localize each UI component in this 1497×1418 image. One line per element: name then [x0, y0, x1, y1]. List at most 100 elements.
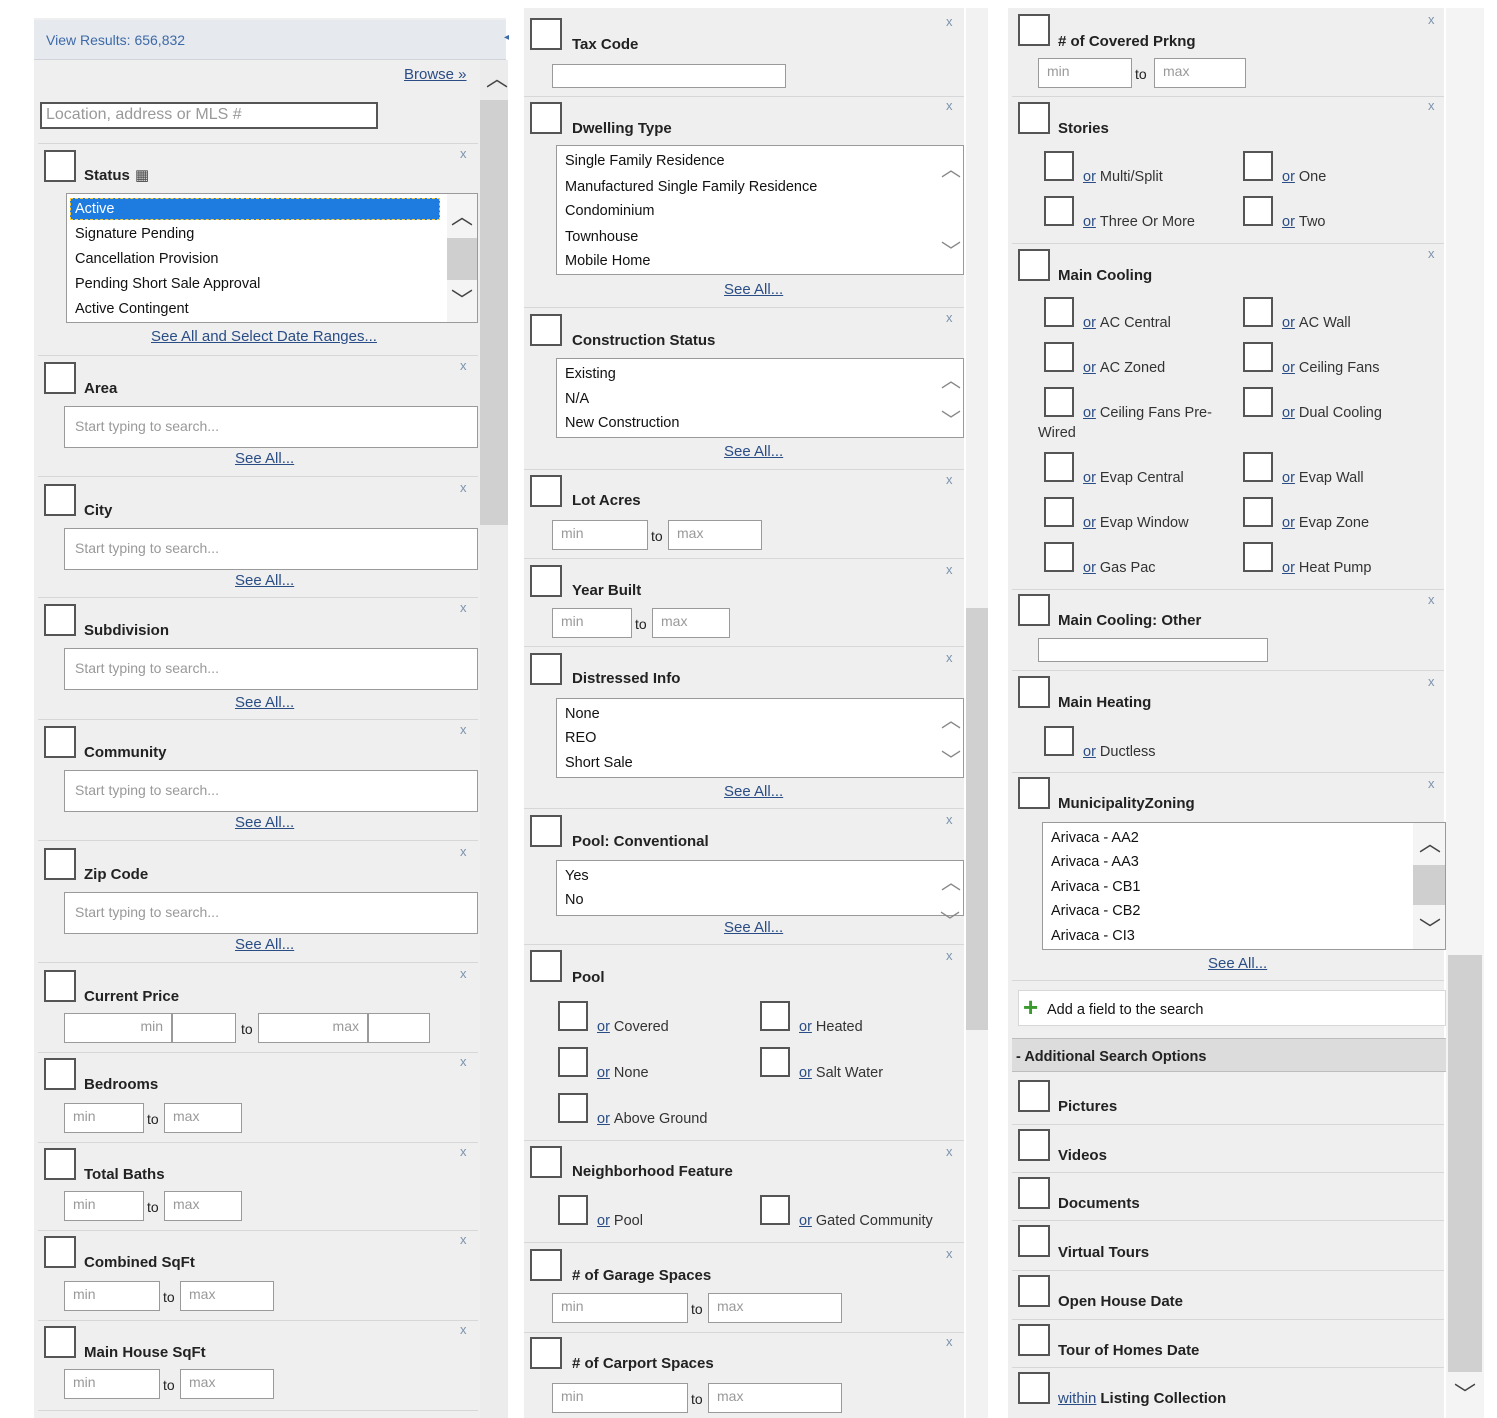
videos-checkbox[interactable] — [1018, 1129, 1050, 1161]
location-search-input[interactable]: Location, address or MLS # — [40, 102, 378, 129]
covered-min-input[interactable]: min — [1038, 58, 1132, 88]
main-heating-remove-icon[interactable]: x — [1428, 674, 1435, 689]
main-sqft-max-input[interactable]: max — [180, 1369, 274, 1399]
or-link[interactable]: or — [1083, 315, 1096, 331]
zoning-option[interactable]: Arivaca - CI3 — [1051, 928, 1135, 944]
total-baths-checkbox[interactable] — [44, 1148, 76, 1180]
zoning-option[interactable]: Arivaca - CB1 — [1051, 879, 1140, 895]
dwelling-type-option[interactable]: Condominium — [565, 203, 654, 219]
cooling-evap-central-checkbox[interactable] — [1044, 452, 1074, 482]
covered-parking-remove-icon[interactable]: x — [1428, 12, 1435, 27]
area-remove-icon[interactable]: x — [460, 358, 467, 373]
pool-conventional-option[interactable]: Yes — [565, 868, 589, 884]
status-option[interactable]: Pending Short Sale Approval — [75, 276, 260, 292]
garage-spaces-remove-icon[interactable]: x — [946, 1246, 953, 1261]
virtual-tours-checkbox[interactable] — [1018, 1225, 1050, 1257]
or-link[interactable]: or — [597, 1019, 610, 1035]
bedrooms-min-input[interactable]: min — [64, 1103, 144, 1133]
total-baths-remove-icon[interactable]: x — [460, 1144, 467, 1159]
or-link[interactable]: or — [1282, 560, 1295, 576]
or-link[interactable]: or — [1083, 515, 1096, 531]
distressed-info-option[interactable]: None — [565, 706, 600, 722]
cooling-ac-zoned-checkbox[interactable] — [1044, 342, 1074, 372]
carport-max-input[interactable]: max — [708, 1383, 842, 1413]
neighborhood-pool-checkbox[interactable] — [558, 1195, 588, 1225]
main-heating-checkbox[interactable] — [1018, 676, 1050, 708]
lot-acres-min-input[interactable]: min — [552, 520, 648, 550]
status-listbox[interactable]: Active Signature Pending Cancellation Pr… — [66, 193, 478, 323]
or-link[interactable]: or — [1083, 360, 1096, 376]
construction-status-option[interactable]: New Construction — [565, 415, 679, 431]
status-option[interactable]: Cancellation Provision — [75, 251, 218, 267]
listing-collection-option[interactable]: within Listing Collection — [1058, 1390, 1226, 1407]
covered-parking-checkbox[interactable] — [1018, 14, 1050, 46]
main-cooling-other-remove-icon[interactable]: x — [1428, 592, 1435, 607]
neighborhood-pool-option[interactable]: or Pool — [597, 1213, 643, 1229]
or-link[interactable]: or — [597, 1111, 610, 1127]
pool-conventional-listbox[interactable]: Yes No ︿ — [556, 860, 964, 916]
additional-options-header[interactable]: - Additional Search Options — [1012, 1038, 1446, 1072]
pool-above-ground-option[interactable]: or Above Ground — [597, 1111, 707, 1127]
pool-salt-water-option[interactable]: or Salt Water — [799, 1065, 883, 1081]
city-see-all-link[interactable]: See All... — [235, 572, 294, 589]
status-option[interactable]: Active Contingent — [75, 301, 189, 317]
status-option[interactable]: Signature Pending — [75, 226, 194, 242]
tax-code-remove-icon[interactable]: x — [946, 14, 953, 29]
sqft-min-input[interactable]: min — [64, 1281, 160, 1311]
cooling-ceiling-fans-checkbox[interactable] — [1243, 342, 1273, 372]
chevron-down-icon[interactable]: ﹀ — [941, 411, 961, 431]
carport-min-input[interactable]: min — [552, 1383, 688, 1413]
carport-spaces-remove-icon[interactable]: x — [946, 1334, 953, 1349]
municipality-zoning-checkbox[interactable] — [1018, 777, 1050, 809]
status-list-scroll-thumb[interactable] — [447, 238, 477, 280]
cooling-evap-window-option[interactable]: or Evap Window — [1083, 515, 1189, 531]
cooling-evap-central-option[interactable]: or Evap Central — [1083, 470, 1184, 486]
status-option-selected[interactable] — [70, 198, 440, 220]
dwelling-type-option[interactable]: Townhouse — [565, 229, 638, 245]
status-see-all-link[interactable]: See All and Select Date Ranges... — [151, 328, 377, 345]
or-link[interactable]: or — [1282, 405, 1295, 421]
add-field-button[interactable]: + Add a field to the search — [1018, 990, 1446, 1026]
subdivision-search-input[interactable]: Start typing to search... — [64, 648, 478, 690]
covered-max-input[interactable]: max — [1154, 58, 1246, 88]
zip-code-remove-icon[interactable]: x — [460, 844, 467, 859]
tour-of-homes-date-checkbox[interactable] — [1018, 1324, 1050, 1356]
area-search-input[interactable]: Start typing to search... — [64, 406, 478, 448]
community-search-input[interactable]: Start typing to search... — [64, 770, 478, 812]
chevron-up-icon[interactable]: ︿ — [1419, 833, 1441, 855]
cooling-evap-window-checkbox[interactable] — [1044, 497, 1074, 527]
dwelling-type-option[interactable]: Single Family Residence — [565, 153, 725, 169]
distressed-info-option[interactable]: REO — [565, 730, 596, 746]
zip-code-checkbox[interactable] — [44, 848, 76, 880]
combined-sqft-checkbox[interactable] — [44, 1236, 76, 1268]
chevron-down-icon[interactable]: ﹀ — [941, 242, 961, 262]
city-checkbox[interactable] — [44, 484, 76, 516]
pool-heated-checkbox[interactable] — [760, 1001, 790, 1031]
stories-multi-option[interactable]: or Multi/Split — [1083, 169, 1163, 185]
cooling-ceiling-fans-prewired-option[interactable]: or Ceiling Fans Pre- — [1083, 405, 1212, 421]
community-checkbox[interactable] — [44, 726, 76, 758]
current-price-remove-icon[interactable]: x — [460, 966, 467, 981]
pool-none-checkbox[interactable] — [558, 1047, 588, 1077]
municipality-zoning-listbox[interactable]: Arivaca - AA2 Arivaca - AA3 Arivaca - CB… — [1042, 822, 1446, 950]
cooling-heat-pump-checkbox[interactable] — [1243, 542, 1273, 572]
price-max-unit-select[interactable] — [368, 1013, 430, 1043]
main-cooling-remove-icon[interactable]: x — [1428, 246, 1435, 261]
zip-code-search-input[interactable]: Start typing to search... — [64, 892, 478, 934]
main-cooling-other-input[interactable] — [1038, 638, 1268, 662]
status-remove-icon[interactable]: x — [460, 146, 467, 161]
neighborhood-feature-checkbox[interactable] — [530, 1146, 562, 1178]
collapse-icon[interactable]: ◂ — [504, 32, 509, 43]
chevron-up-icon[interactable]: ︿ — [941, 873, 961, 893]
stories-two-checkbox[interactable] — [1243, 196, 1273, 226]
chevron-up-icon[interactable]: ︿ — [941, 371, 961, 391]
cooling-ceiling-fans-prewired-checkbox[interactable] — [1044, 387, 1074, 417]
or-link[interactable]: or — [1282, 515, 1295, 531]
distressed-info-see-all-link[interactable]: See All... — [724, 783, 783, 800]
current-price-checkbox[interactable] — [44, 970, 76, 1002]
stories-one-option[interactable]: or One — [1282, 169, 1326, 185]
main-house-sqft-checkbox[interactable] — [44, 1326, 76, 1358]
garage-min-input[interactable]: min — [552, 1293, 688, 1323]
area-see-all-link[interactable]: See All... — [235, 450, 294, 467]
zip-code-see-all-link[interactable]: See All... — [235, 936, 294, 953]
